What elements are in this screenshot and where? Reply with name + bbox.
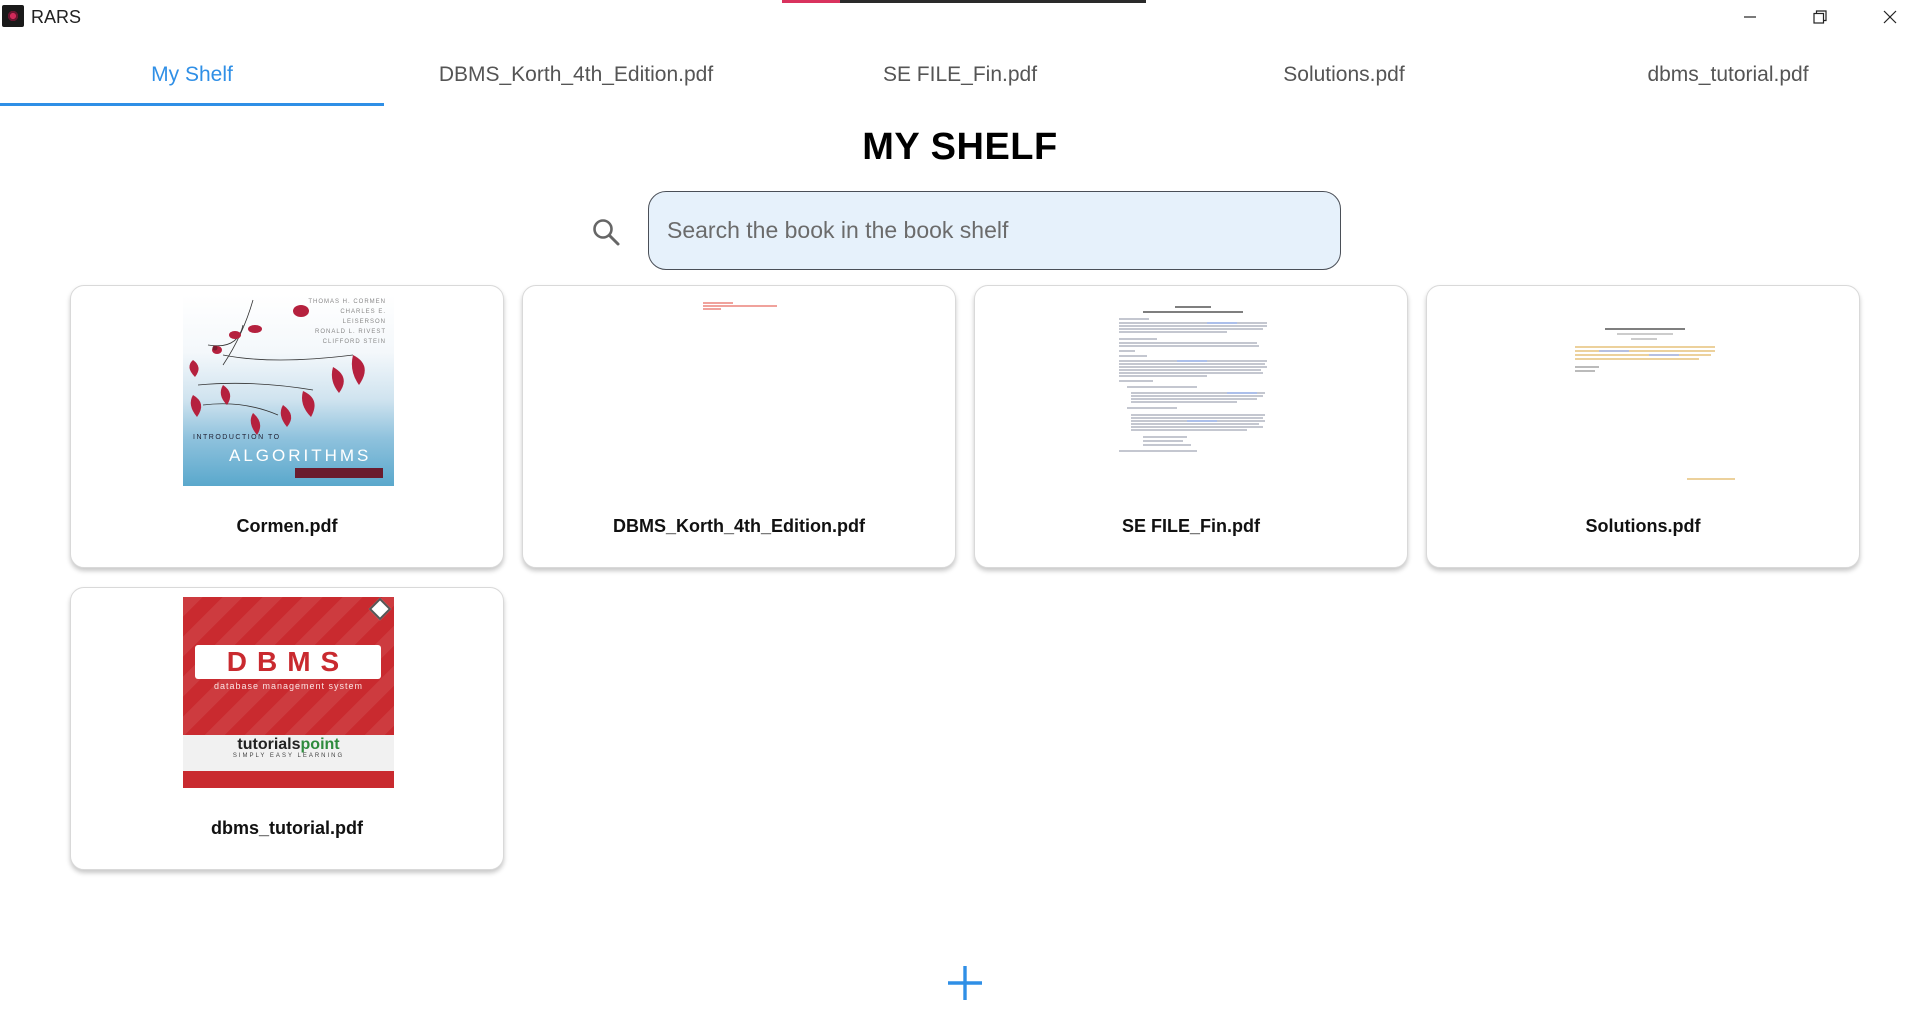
app-title: RARS <box>31 7 82 27</box>
pdf-page-preview <box>1575 328 1735 480</box>
title-bar: RARS <box>0 0 1920 34</box>
book-name: Cormen.pdf <box>236 516 338 536</box>
book-cover-dbms-tutorial: DBMS database management system tutorial… <box>183 597 394 788</box>
search-icon[interactable] <box>590 216 622 248</box>
book-cover-solutions <box>1539 295 1750 486</box>
brand-part-a: tutorials <box>237 736 301 753</box>
close-button[interactable] <box>1855 0 1920 34</box>
restore-icon <box>1813 10 1827 24</box>
book-name: DBMS_Korth_4th_Edition.pdf <box>613 516 865 536</box>
book-cover-cormen: THOMAS H. CORMEN CHARLES E. LEISERSON RO… <box>183 295 394 486</box>
plus-icon <box>948 966 982 1000</box>
pdf-page-preview <box>703 302 777 310</box>
cover-red-footer <box>183 771 394 788</box>
cover-subtitle: INTRODUCTION TO <box>193 434 281 441</box>
cover-tagline: SIMPLY EASY LEARNING <box>232 753 345 759</box>
book-cover-se-file <box>1087 295 1298 486</box>
minimize-icon <box>1744 16 1756 18</box>
close-icon <box>1883 10 1897 24</box>
tab-dbms-tutorial[interactable]: dbms_tutorial.pdf <box>1536 44 1920 106</box>
book-card-dbms-tutorial[interactable]: DBMS database management system tutorial… <box>70 587 504 870</box>
book-card-cormen[interactable]: THOMAS H. CORMEN CHARLES E. LEISERSON RO… <box>70 285 504 568</box>
book-cover-dbms-korth <box>635 295 846 486</box>
pdf-page-preview <box>1119 306 1267 452</box>
cover-brand: tutorialspoint <box>183 736 394 754</box>
book-card-dbms-korth[interactable]: DBMS_Korth_4th_Edition.pdf <box>522 285 956 568</box>
page-title: MY SHELF <box>862 126 1058 168</box>
tab-solutions[interactable]: Solutions.pdf <box>1152 44 1536 106</box>
search-field[interactable] <box>648 191 1341 270</box>
book-name: dbms_tutorial.pdf <box>211 818 363 838</box>
tab-my-shelf[interactable]: My Shelf <box>0 44 384 106</box>
book-name: SE FILE_Fin.pdf <box>1122 516 1260 536</box>
book-name: Solutions.pdf <box>1585 516 1701 536</box>
tab-se-file[interactable]: SE FILE_Fin.pdf <box>768 44 1152 106</box>
cover-title: ALGORITHMS <box>229 446 372 465</box>
loading-progress-bar <box>782 0 1146 3</box>
minimize-button[interactable] <box>1715 0 1785 34</box>
cover-title: DBMS <box>195 645 381 679</box>
loading-progress-fill <box>782 0 841 3</box>
cover-edition-bar <box>295 468 383 478</box>
restore-button[interactable] <box>1785 0 1855 34</box>
add-book-button[interactable] <box>944 962 986 1004</box>
cover-subtitle: database management system <box>213 681 364 691</box>
book-card-solutions[interactable]: Solutions.pdf <box>1426 285 1860 568</box>
book-card-se-file[interactable]: SE FILE_Fin.pdf <box>974 285 1408 568</box>
app-logo-icon <box>2 5 24 27</box>
tab-bar: My Shelf DBMS_Korth_4th_Edition.pdf SE F… <box>0 44 1920 106</box>
brand-part-b: point <box>300 736 340 753</box>
tab-dbms-korth[interactable]: DBMS_Korth_4th_Edition.pdf <box>384 44 768 106</box>
search-input[interactable] <box>649 192 1340 269</box>
